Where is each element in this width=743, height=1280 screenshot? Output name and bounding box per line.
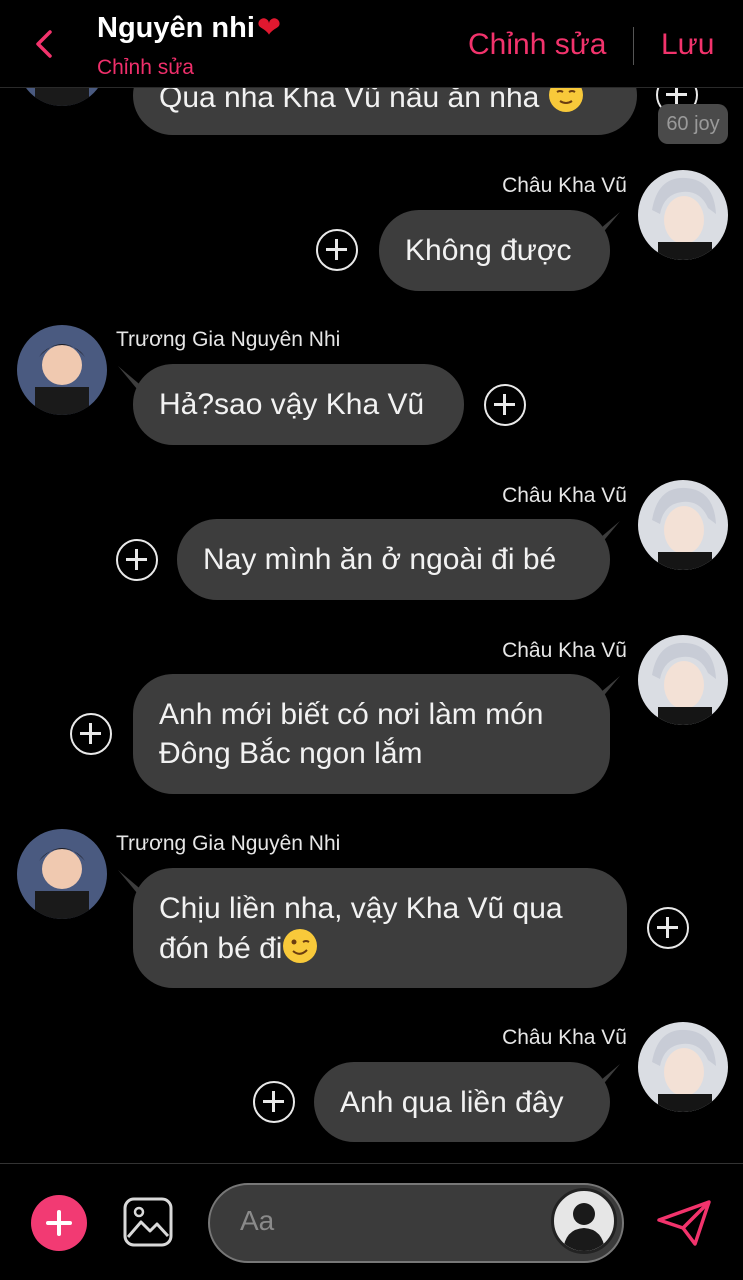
- avatar-nguyen-nhi[interactable]: [17, 325, 107, 415]
- message-bubble[interactable]: Chịu liền nha, vậy Kha Vũ qua đón bé đi: [133, 868, 627, 988]
- add-reaction-button[interactable]: [316, 229, 358, 271]
- avatar-chau-kha-vu[interactable]: [638, 480, 728, 570]
- message-text: Không được: [405, 234, 572, 267]
- sender-name: Trương Gia Nguyên Nhi: [116, 328, 341, 351]
- add-reaction-button[interactable]: [70, 713, 112, 755]
- avatar-chau-kha-vu[interactable]: [638, 635, 728, 725]
- message-text-line: Chịu liền nha, vậy Kha Vũ qua: [159, 892, 563, 925]
- message-bubble[interactable]: Hả?sao vậy Kha Vũ: [133, 364, 464, 445]
- sender-name: Châu Kha Vũ: [502, 1026, 627, 1049]
- message-text-line: đón bé đi: [159, 932, 283, 965]
- message-bubble[interactable]: Không được: [379, 210, 610, 291]
- avatar-chau-kha-vu[interactable]: [638, 1022, 728, 1112]
- title-text: Nguyên nhi: [97, 12, 255, 44]
- avatar-placeholder-icon[interactable]: [551, 1188, 617, 1254]
- message-text: Hả?sao vậy Kha Vũ: [159, 388, 425, 421]
- avatar-chau-kha-vu[interactable]: [638, 170, 728, 260]
- sender-name: Châu Kha Vũ: [502, 484, 627, 507]
- add-reaction-button[interactable]: [647, 907, 689, 949]
- sender-name: Trương Gia Nguyên Nhi: [116, 832, 341, 855]
- message-bubble[interactable]: Anh mới biết có nơi làm món Đông Bắc ngo…: [133, 674, 610, 794]
- message-text-line: Anh mới biết có nơi làm món: [159, 698, 544, 731]
- edit-button[interactable]: Chỉnh sửa: [468, 28, 607, 62]
- chevron-left-icon[interactable]: [30, 26, 58, 62]
- message-text-line: Đông Bắc ngon lắm: [159, 737, 423, 770]
- sender-name: Châu Kha Vũ: [502, 174, 627, 197]
- save-button[interactable]: Lưu: [661, 28, 714, 62]
- message-text: Nay mình ăn ở ngoài đi bé: [203, 543, 557, 576]
- add-reaction-button[interactable]: [253, 1081, 295, 1123]
- message-input[interactable]: Aa: [208, 1183, 624, 1263]
- message-text: Anh qua liền đây: [340, 1086, 564, 1119]
- add-reaction-button[interactable]: [116, 539, 158, 581]
- chat-header: Nguyên nhi❤ Chỉnh sửa Chỉnh sửa Lưu: [0, 0, 743, 88]
- image-icon[interactable]: [122, 1196, 174, 1248]
- chat-area[interactable]: Qua nha Kha Vũ nấu ăn nha 60 joy Châu Kh…: [0, 0, 743, 1163]
- avatar-nguyen-nhi[interactable]: [17, 829, 107, 919]
- message-bubble[interactable]: Anh qua liền đây: [314, 1062, 610, 1142]
- winking-face-emoji-icon: [283, 929, 318, 963]
- edit-subtitle[interactable]: Chỉnh sửa: [97, 56, 194, 80]
- send-icon[interactable]: [655, 1198, 713, 1248]
- plus-icon[interactable]: [31, 1195, 87, 1251]
- composer-bar: Aa: [0, 1163, 743, 1280]
- conversation-title[interactable]: Nguyên nhi❤: [97, 10, 281, 45]
- heart-icon: ❤: [256, 12, 282, 44]
- reaction-badge[interactable]: 60 joy: [658, 104, 728, 144]
- header-divider: [633, 27, 634, 65]
- sender-name: Châu Kha Vũ: [502, 639, 627, 662]
- message-bubble[interactable]: Nay mình ăn ở ngoài đi bé: [177, 519, 610, 600]
- add-reaction-button[interactable]: [484, 384, 526, 426]
- message-input-placeholder: Aa: [240, 1205, 275, 1236]
